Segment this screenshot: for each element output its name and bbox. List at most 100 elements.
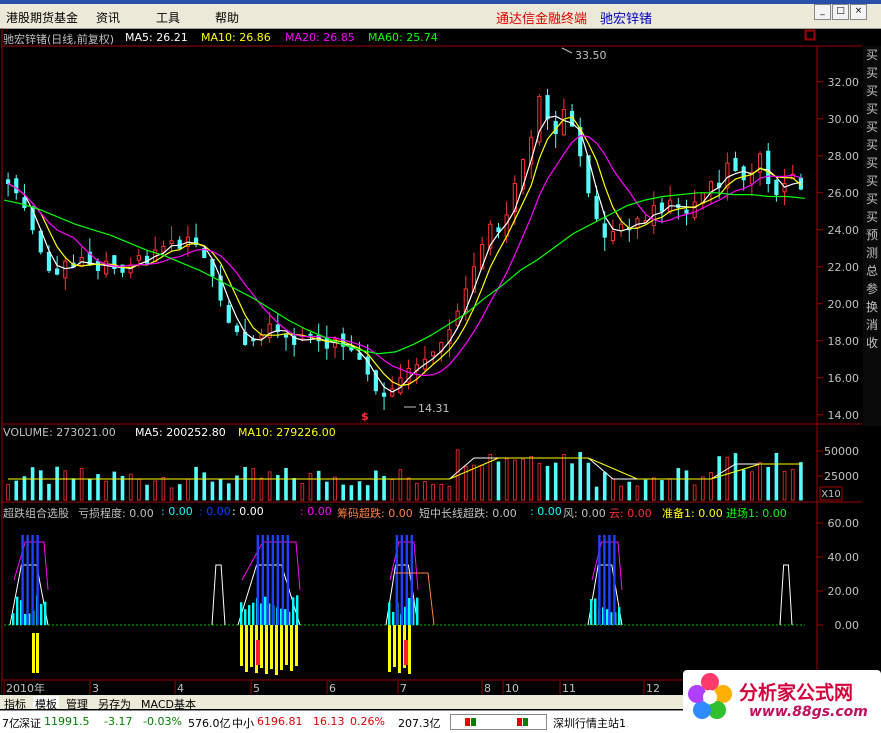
- indicator-val-c: : 0.00: [199, 505, 231, 518]
- indicator-chip: 筹码超跌: 0.00: [337, 507, 413, 520]
- indicator-cyan-bar: [40, 603, 43, 625]
- volume-bar-14: [120, 475, 125, 501]
- ma5-line: [7, 115, 802, 393]
- candle-body-52: [431, 351, 436, 357]
- indicator-cyan-bar: [618, 607, 621, 625]
- indicator-magenta-3: [389, 541, 419, 591]
- volume-bar-38: [316, 470, 321, 501]
- volume-bar-53: [439, 484, 444, 501]
- indicator-cyan-bar: [248, 605, 251, 625]
- tab-indicator[interactable]: 指标: [2, 696, 28, 711]
- indicator-cyan-bar: [240, 602, 243, 625]
- volume-bar-50: [414, 482, 419, 501]
- indicator-tick-3: 0.00: [835, 619, 860, 632]
- indicator-prep: 准备1: 0.00: [662, 507, 723, 520]
- sz-index-change: -3.17: [104, 715, 133, 728]
- price-tick-6: 20.00: [828, 298, 860, 311]
- watermark-logo: 分析家公式网 www.88gs.com: [683, 670, 881, 724]
- volume-bar-65: [537, 462, 542, 501]
- time-label-3: 5: [253, 682, 260, 695]
- candle-body-90: [741, 166, 746, 181]
- volume-bar-15: [128, 473, 133, 501]
- volume-bar-73: [602, 472, 607, 501]
- candle-body-11: [95, 260, 101, 271]
- tab-template[interactable]: 模板: [33, 696, 59, 711]
- server-station: 深圳行情主站1: [553, 717, 626, 730]
- tab-manage[interactable]: 管理: [64, 696, 90, 711]
- volume-bar-39: [325, 481, 329, 501]
- volume-bar-81: [668, 478, 672, 501]
- indicator-blue-bar: [261, 535, 264, 625]
- volume-bar-12: [104, 480, 108, 501]
- volume-bar-61: [504, 458, 509, 501]
- indicator-cyan-bar: [606, 609, 609, 625]
- volume-bar-83: [684, 470, 689, 501]
- volume-bar-0: [6, 484, 10, 501]
- volume-bar-32: [267, 471, 272, 501]
- volume-bar-44: [365, 485, 370, 501]
- candle-body-4: [38, 230, 43, 253]
- candle-body-83: [684, 209, 689, 214]
- candle-body-72: [594, 195, 599, 220]
- indicator-blue-bar: [613, 535, 616, 625]
- volume-bar-10: [88, 478, 92, 501]
- tab-save-as[interactable]: 另存为: [96, 696, 133, 711]
- indicator-yellow-bar: [388, 625, 391, 672]
- time-label-5: 7: [400, 682, 407, 695]
- volume-bar-40: [333, 476, 337, 501]
- stock-chart[interactable]: X10 32.0030.0028.0026.0024.0022.0020.001…: [0, 0, 881, 732]
- candle-body-20: [169, 240, 174, 245]
- indicator-cyan-bar: [594, 598, 597, 625]
- volume-bar-30: [251, 468, 256, 501]
- candle-body-93: [766, 150, 771, 184]
- indicator-yellow-bar: [240, 625, 243, 666]
- time-label-2: 4: [177, 682, 184, 695]
- price-tick-2: 28.00: [828, 150, 860, 163]
- time-label-7: 10: [505, 682, 519, 695]
- sz-index-percent: -0.03%: [143, 715, 182, 728]
- indicator-cyan-bar: [408, 597, 411, 625]
- indicator-yellow-bar: [408, 625, 411, 674]
- volume-bar-54: [447, 485, 452, 501]
- candle-body-89: [733, 157, 738, 172]
- volume-bar-66: [545, 465, 550, 501]
- indicator-magenta-0: [13, 541, 49, 591]
- candle-body-94: [774, 179, 779, 196]
- price-tick-1: 30.00: [828, 113, 860, 126]
- candle-body-34: [283, 334, 289, 338]
- indicator-yellow-bar: [393, 625, 396, 667]
- volume-bar-35: [292, 478, 296, 501]
- volume-bar-82: [676, 468, 681, 501]
- indicator-blue-bar: [410, 535, 413, 625]
- volume-bar-60: [496, 461, 501, 501]
- volume-bar-51: [423, 481, 427, 501]
- indicator-blue-bar: [286, 535, 289, 625]
- volume-bar-72: [594, 486, 599, 501]
- indicator-blue-bar: [266, 535, 269, 625]
- flower-logo-icon: [688, 673, 732, 719]
- volume-bar-57: [472, 464, 476, 501]
- tab-macd[interactable]: MACD基本: [139, 696, 198, 711]
- volume-bar-97: [799, 462, 803, 501]
- volume-bar-42: [349, 485, 354, 501]
- volume-bar-26: [218, 478, 223, 501]
- indicator-yellow-bar: [270, 625, 273, 669]
- volume-bar-49: [406, 477, 411, 501]
- candle-body-60: [496, 227, 501, 233]
- indicator-red-bar-1: [404, 640, 408, 665]
- candle-body-2: [22, 197, 27, 209]
- indicator-cyan-bar: [24, 614, 27, 625]
- indicator-cyan-bar: [16, 596, 19, 625]
- price-tick-3: 26.00: [828, 187, 860, 200]
- candle-body-0: [5, 179, 11, 185]
- indicator-cyan-bar: [388, 602, 391, 625]
- candle-body-6: [55, 268, 60, 275]
- volume-bar-4: [38, 470, 43, 501]
- volume-bar-92: [758, 462, 762, 501]
- volume-bar-68: [562, 454, 566, 501]
- indicator-yellow-bar: [398, 625, 401, 673]
- indicator-yellow-bar: [285, 625, 288, 665]
- indicator-val-e: : 0.00: [300, 505, 332, 518]
- indicator-blue-bar: [26, 535, 29, 625]
- sz-index-value: 11991.5: [44, 715, 90, 728]
